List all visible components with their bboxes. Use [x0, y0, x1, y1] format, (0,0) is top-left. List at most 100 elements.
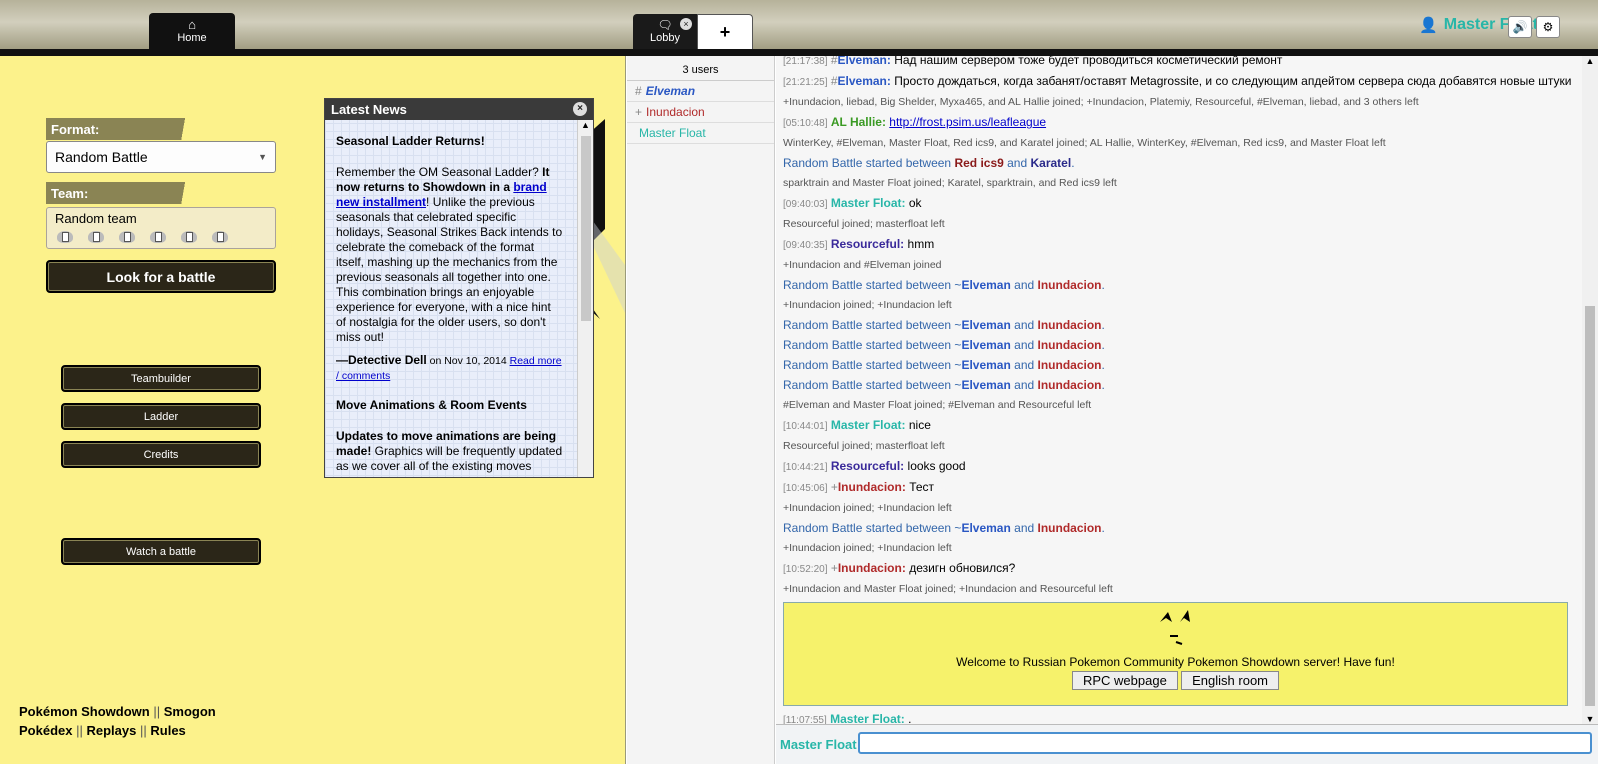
user-list-item[interactable]: # Elveman	[627, 81, 774, 102]
chat-text: Над нашим сервером тоже будет проводитьс…	[894, 56, 1283, 67]
chat-username[interactable]: Resourceful:	[831, 459, 904, 473]
battle-text: Random Battle started between ~	[783, 338, 962, 352]
look-for-battle-button[interactable]: Look for a battle	[46, 260, 276, 293]
battle-text: and	[1010, 338, 1038, 352]
team-select[interactable]: Random team	[46, 207, 276, 249]
user-name[interactable]: Master Float	[639, 126, 706, 140]
user-rank: +	[635, 105, 643, 119]
teambuilder-button[interactable]: Teambuilder	[61, 365, 261, 392]
user-name[interactable]: Inundacion	[646, 105, 705, 119]
footer-link-smogon[interactable]: Smogon	[164, 704, 216, 719]
battle-text: .	[1101, 318, 1105, 332]
chat-username[interactable]: Master Float:	[831, 418, 906, 432]
chat-message: [21:17:38] #Elveman: Над нашим сервером …	[783, 56, 1582, 69]
pokeball-icon	[117, 228, 139, 246]
chat-message: [21:21:25] #Elveman: Просто дождаться, к…	[783, 74, 1582, 90]
user-name[interactable]: Elveman	[646, 84, 695, 98]
pokeball-icon	[210, 228, 232, 246]
chat-text: Тест	[909, 480, 935, 494]
timestamp: [11:07:55]	[783, 715, 827, 724]
chat-message: [05:10:48] AL Hallie: http://frost.psim.…	[783, 115, 1582, 131]
footer-link-pokedex[interactable]: Pokédex	[19, 723, 72, 738]
user-rank: #	[635, 84, 642, 98]
chat-username[interactable]: Resourceful:	[831, 237, 904, 251]
tab-home[interactable]: ⌂ Home	[149, 13, 235, 49]
home-icon: ⌂	[188, 17, 196, 32]
battle-player: Elveman	[961, 521, 1011, 535]
battle-started-notice[interactable]: Random Battle started between ~Elveman a…	[783, 278, 1582, 293]
user-rank: +	[830, 561, 838, 575]
chevron-down-icon: ▼	[258, 152, 267, 162]
chat-log: [21:17:38] #Elveman: Над нашим сервером …	[776, 56, 1582, 724]
speaker-icon: 🔊	[1512, 20, 1528, 34]
timestamp: [10:44:21]	[783, 462, 828, 473]
battle-started-notice[interactable]: Random Battle started between ~Elveman a…	[783, 318, 1582, 333]
welcome-text: Welcome to Russian Pokemon Community Pok…	[956, 655, 1395, 669]
battle-text: .	[1071, 156, 1075, 170]
pokeball-icon	[86, 228, 108, 246]
chat-username[interactable]: Master Float:	[830, 712, 905, 724]
user-list-item[interactable]: Master Float	[627, 123, 774, 144]
chat-username[interactable]: AL Hallie:	[831, 115, 886, 129]
tab-lobby[interactable]: 🗨 Lobby ×	[633, 14, 697, 49]
close-icon[interactable]: ×	[573, 102, 587, 116]
chat-username[interactable]: Master Float:	[831, 196, 906, 210]
format-label: Format:	[46, 118, 216, 140]
join-leave-notice: Resourceful joined; masterfloat left	[783, 218, 945, 230]
chat-username[interactable]: Elveman:	[838, 74, 891, 88]
rpc-logo	[1159, 610, 1190, 645]
footer-link-showdown[interactable]: Pokémon Showdown	[19, 704, 150, 719]
pokeball-icon	[55, 228, 77, 246]
options-button[interactable]: ⚙	[1536, 16, 1560, 38]
format-value: Random Battle	[55, 149, 148, 165]
battle-started-notice[interactable]: Random Battle started between ~Elveman a…	[783, 358, 1582, 373]
battle-started-notice[interactable]: Random Battle started between Red ics9 a…	[783, 156, 1582, 171]
chat-text: Просто дождаться, когда забанят/оставят …	[894, 74, 1572, 88]
timestamp: [09:40:35]	[783, 240, 828, 251]
battle-text: Random Battle started between ~	[783, 521, 962, 535]
chat-text: ok	[908, 196, 922, 210]
user-list-item[interactable]: + Inundacion	[627, 102, 774, 123]
battle-player: Elveman	[961, 378, 1011, 392]
credits-button[interactable]: Credits	[61, 441, 261, 468]
scroll-up-icon[interactable]: ▲	[1582, 56, 1598, 66]
news-scrollbar[interactable]: ▲	[577, 120, 593, 477]
battle-started-notice[interactable]: Random Battle started between ~Elveman a…	[783, 378, 1582, 393]
scroll-down-icon[interactable]: ▼	[1582, 714, 1598, 724]
battle-started-notice[interactable]: Random Battle started between ~Elveman a…	[783, 338, 1582, 353]
join-leave-notice: +Inundacion and #Elveman joined	[783, 259, 942, 271]
chat-text: nice	[908, 418, 931, 432]
plus-icon: +	[719, 21, 731, 42]
battle-player: Inundacion	[1037, 278, 1102, 292]
chat-username[interactable]: Inundacion:	[838, 561, 906, 575]
news-body: Seasonal Ladder Returns! Remember the OM…	[325, 120, 593, 474]
battle-player: Inundacion	[1037, 358, 1102, 372]
close-tab-icon[interactable]: ×	[680, 18, 692, 30]
ladder-button[interactable]: Ladder	[61, 403, 261, 430]
join-leave-notice: +Inundacion and Master Float joined; +In…	[783, 583, 1113, 595]
news-byline: —Detective Dell on Nov 10, 2014 Read mor…	[336, 353, 563, 384]
user-list: 3 users # Elveman + Inundacion Master Float	[627, 56, 775, 764]
news-scroll-thumb[interactable]	[581, 136, 591, 321]
english-room-button[interactable]: English room	[1181, 671, 1280, 690]
battle-text: .	[1101, 378, 1105, 392]
chat-link[interactable]: http://frost.psim.us/leafleague	[889, 115, 1046, 129]
battle-player: Elveman	[961, 338, 1011, 352]
watch-battle-button[interactable]: Watch a battle	[61, 538, 261, 565]
chat-username[interactable]: Inundacion:	[838, 480, 906, 494]
footer-link-rules[interactable]: Rules	[150, 723, 185, 738]
chat-input[interactable]	[858, 732, 1592, 754]
new-tab-button[interactable]: +	[697, 14, 753, 49]
scroll-up-icon[interactable]: ▲	[578, 120, 593, 130]
sound-button[interactable]: 🔊	[1508, 16, 1532, 38]
timestamp: [21:21:25]	[783, 77, 828, 88]
chat-scrollbar[interactable]: ▲ ▼	[1582, 56, 1598, 724]
footer-link-replays[interactable]: Replays	[87, 723, 137, 738]
rpc-webpage-button[interactable]: RPC webpage	[1071, 671, 1178, 690]
battle-text: Random Battle started between ~	[783, 358, 962, 372]
format-select[interactable]: Random Battle ▼	[46, 141, 276, 173]
chat-username[interactable]: Elveman:	[838, 56, 891, 67]
chat-scroll-thumb[interactable]	[1585, 306, 1595, 706]
battle-started-notice[interactable]: Random Battle started between ~Elveman a…	[783, 521, 1582, 536]
team-value: Random team	[55, 211, 137, 226]
